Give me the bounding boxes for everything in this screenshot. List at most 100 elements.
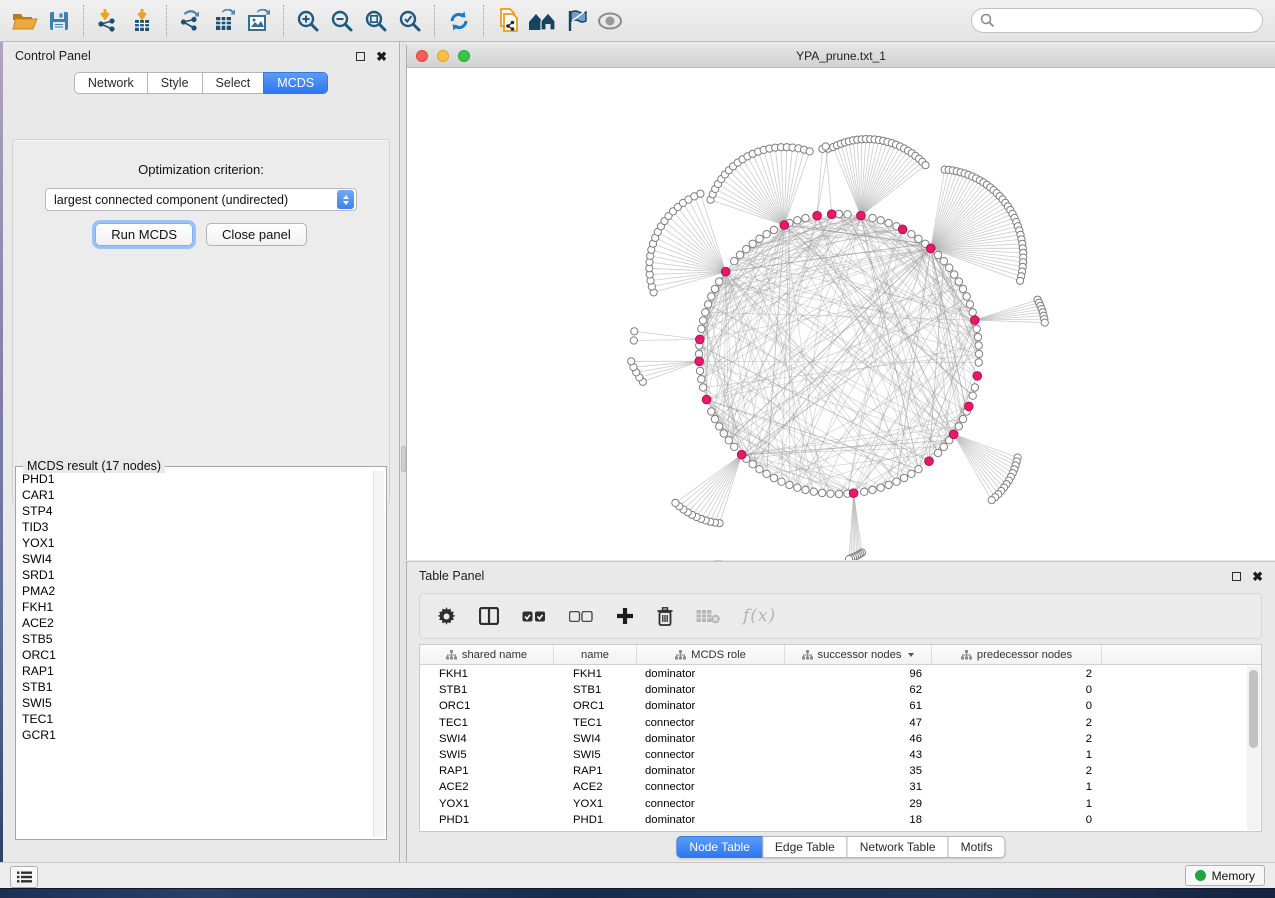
graph-node[interactable]: [885, 219, 892, 226]
graph-leaf-node[interactable]: [988, 497, 995, 504]
import-table-button[interactable]: [125, 5, 159, 37]
run-mcds-button[interactable]: Run MCDS: [95, 223, 193, 246]
graph-node[interactable]: [743, 246, 750, 253]
graph-node[interactable]: [731, 258, 738, 265]
float-table-panel-icon[interactable]: [1232, 572, 1241, 581]
open-file-button[interactable]: [8, 5, 42, 37]
search-input[interactable]: [995, 11, 1262, 31]
criterion-dropdown[interactable]: largest connected component (undirected): [45, 188, 357, 211]
graph-node[interactable]: [778, 478, 785, 485]
graph-node[interactable]: [786, 481, 793, 488]
graph-node[interactable]: [946, 264, 953, 271]
zoom-selected-button[interactable]: [393, 5, 427, 37]
table-scrollbar-thumb[interactable]: [1249, 670, 1258, 748]
memory-button[interactable]: Memory: [1185, 865, 1265, 886]
graph-node[interactable]: [770, 226, 777, 233]
network-window-titlebar[interactable]: YPA_prune.txt_1: [407, 45, 1275, 68]
show-hide-button[interactable]: [593, 5, 627, 37]
tab-edge-table[interactable]: Edge Table: [762, 836, 848, 858]
graph-node[interactable]: [749, 461, 756, 468]
graph-leaf-node[interactable]: [822, 143, 829, 150]
graph-node[interactable]: [900, 474, 907, 481]
close-panel-button[interactable]: Close panel: [206, 223, 307, 246]
tab-mcds[interactable]: MCDS: [263, 72, 328, 94]
graph-mcds-node[interactable]: [813, 211, 822, 220]
graph-mcds-node[interactable]: [696, 335, 705, 344]
graph-node[interactable]: [835, 490, 842, 497]
mcds-result-list[interactable]: PHD1CAR1STP4TID3YOX1SWI4SRD1PMA2FKH1ACE2…: [22, 471, 372, 837]
table-row[interactable]: ORC1ORC1dominator610: [420, 698, 1247, 714]
graph-node[interactable]: [975, 350, 982, 357]
table-row[interactable]: STB1STB1dominator620: [420, 682, 1247, 698]
graph-node[interactable]: [940, 258, 947, 265]
graph-node[interactable]: [893, 478, 900, 485]
graph-node[interactable]: [708, 293, 715, 300]
graph-node[interactable]: [708, 408, 715, 415]
graph-node[interactable]: [955, 423, 962, 430]
zoom-in-button[interactable]: [291, 5, 325, 37]
graph-mcds-node[interactable]: [973, 372, 982, 381]
graph-node[interactable]: [731, 443, 738, 450]
graph-node[interactable]: [915, 466, 922, 473]
close-panel-icon[interactable]: ✖: [376, 50, 387, 63]
tab-node-table[interactable]: Node Table: [676, 836, 763, 858]
minimize-window-icon[interactable]: [437, 50, 449, 62]
graph-mcds-node[interactable]: [849, 489, 858, 498]
show-columns-button[interactable]: [479, 607, 499, 625]
graph-node[interactable]: [959, 285, 966, 292]
mcds-result-item[interactable]: YOX1: [22, 535, 372, 551]
graph-mcds-node[interactable]: [965, 402, 974, 411]
graph-node[interactable]: [794, 484, 801, 491]
search-sites-button[interactable]: [525, 5, 559, 37]
graph-node[interactable]: [963, 293, 970, 300]
tab-style[interactable]: Style: [147, 72, 203, 94]
mcds-result-item[interactable]: FKH1: [22, 599, 372, 615]
mcds-result-item[interactable]: STB5: [22, 631, 372, 647]
table-row[interactable]: SWI5SWI5connector431: [420, 747, 1247, 763]
add-column-button[interactable]: [616, 607, 634, 625]
tab-network[interactable]: Network: [74, 72, 148, 94]
table-row[interactable]: FKH1FKH1dominator962: [420, 666, 1247, 682]
graph-node[interactable]: [802, 214, 809, 221]
flag-button[interactable]: [559, 5, 593, 37]
graph-node[interactable]: [698, 376, 705, 383]
mcds-result-item[interactable]: SWI5: [22, 695, 372, 711]
zoom-out-button[interactable]: [325, 5, 359, 37]
graph-mcds-node[interactable]: [827, 210, 836, 219]
graph-node[interactable]: [975, 342, 982, 349]
import-network-button[interactable]: [91, 5, 125, 37]
graph-node[interactable]: [940, 443, 947, 450]
graph-node[interactable]: [934, 449, 941, 456]
graph-mcds-node[interactable]: [737, 450, 746, 459]
graph-node[interactable]: [699, 317, 706, 324]
graph-node[interactable]: [810, 488, 817, 495]
graph-mcds-node[interactable]: [702, 395, 711, 404]
table-scrollbar[interactable]: [1247, 666, 1260, 830]
graph-leaf-node[interactable]: [1041, 319, 1048, 326]
graph-node[interactable]: [869, 214, 876, 221]
table-row[interactable]: TEC1TEC1connector472: [420, 715, 1247, 731]
zoom-fit-button[interactable]: [359, 5, 393, 37]
refresh-layout-button[interactable]: [442, 5, 476, 37]
graph-node[interactable]: [770, 474, 777, 481]
tab-motifs[interactable]: Motifs: [948, 836, 1006, 858]
graph-node[interactable]: [973, 325, 980, 332]
graph-node[interactable]: [716, 278, 723, 285]
graph-leaf-node[interactable]: [631, 328, 638, 335]
graph-node[interactable]: [711, 285, 718, 292]
copy-network-button[interactable]: [491, 5, 525, 37]
graph-node[interactable]: [969, 309, 976, 316]
graph-node[interactable]: [794, 217, 801, 224]
graph-mcds-node[interactable]: [857, 211, 866, 220]
graph-node[interactable]: [763, 470, 770, 477]
graph-mcds-node[interactable]: [780, 221, 789, 230]
graph-leaf-node[interactable]: [922, 162, 929, 169]
graph-leaf-node[interactable]: [630, 337, 637, 344]
graph-leaf-node[interactable]: [845, 556, 852, 561]
mcds-result-item[interactable]: SRD1: [22, 567, 372, 583]
graph-node[interactable]: [711, 415, 718, 422]
graph-leaf-node[interactable]: [806, 148, 813, 155]
graph-node[interactable]: [749, 240, 756, 247]
table-row[interactable]: SWI4SWI4dominator462: [420, 731, 1247, 747]
column-header-MCDS-role[interactable]: MCDS role: [637, 645, 785, 664]
